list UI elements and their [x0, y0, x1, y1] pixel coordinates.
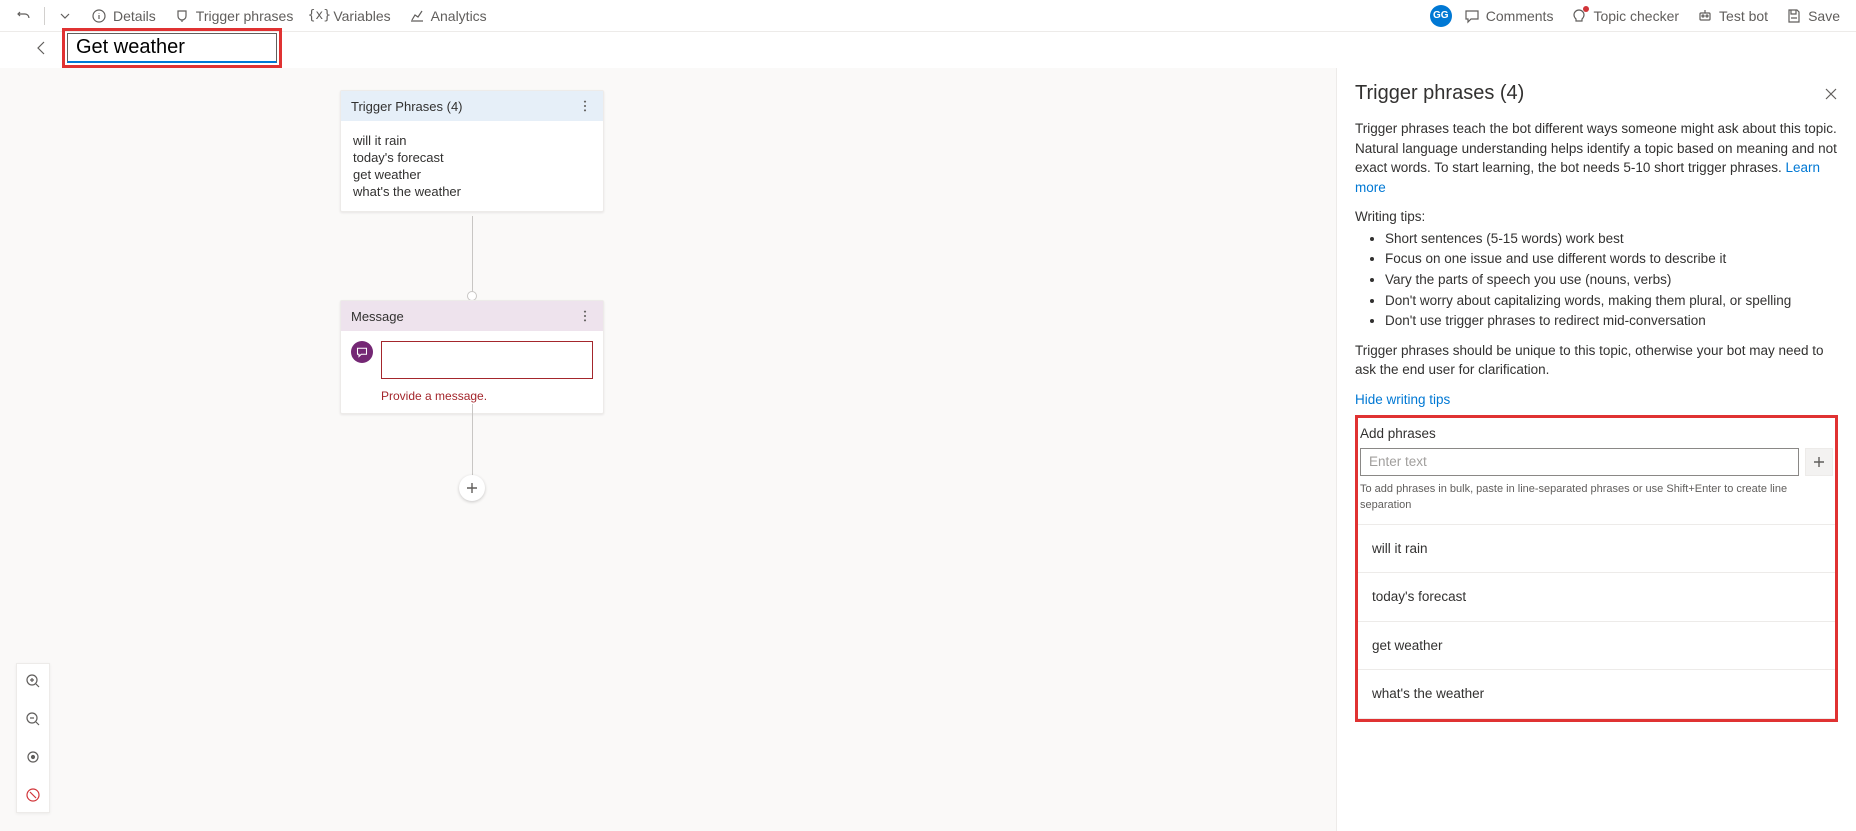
writing-tips-list: Short sentences (5-15 words) work best F…: [1355, 229, 1838, 331]
trigger-phrases-node[interactable]: Trigger Phrases (4) will it rain today's…: [340, 90, 604, 212]
add-phrase-input[interactable]: [1360, 448, 1799, 476]
unique-note: Trigger phrases should be unique to this…: [1355, 341, 1838, 380]
test-bot-button[interactable]: Test bot: [1691, 2, 1774, 30]
hide-tips-link[interactable]: Hide writing tips: [1355, 392, 1450, 407]
writing-tip: Vary the parts of speech you use (nouns,…: [1385, 270, 1838, 290]
comment-icon: [1464, 8, 1480, 24]
trigger-phrases-button[interactable]: Trigger phrases: [168, 2, 300, 30]
canvas[interactable]: Trigger Phrases (4) will it rain today's…: [0, 68, 1336, 831]
variables-button[interactable]: {x} Variables: [305, 2, 396, 30]
panel-title: Trigger phrases (4): [1355, 82, 1524, 105]
bulk-hint: To add phrases in bulk, paste in line-se…: [1358, 482, 1835, 524]
add-phrases-section: Add phrases To add phrases in bulk, past…: [1355, 415, 1838, 722]
save-button[interactable]: Save: [1780, 2, 1846, 30]
node-more-button[interactable]: [577, 307, 593, 325]
trigger-phrase: get weather: [353, 167, 591, 182]
trigger-phrase: today's forecast: [353, 150, 591, 165]
save-label: Save: [1808, 8, 1840, 24]
writing-tip: Focus on one issue and use different wor…: [1385, 249, 1838, 269]
topic-name-input[interactable]: [67, 33, 277, 63]
trigger-phrase: what's the weather: [353, 184, 591, 199]
variables-label: Variables: [333, 8, 390, 24]
back-button[interactable]: [28, 34, 56, 62]
phrase-row[interactable]: what's the weather: [1358, 670, 1835, 719]
phrase-row[interactable]: today's forecast: [1358, 573, 1835, 622]
avatar[interactable]: GG: [1430, 5, 1452, 27]
add-phrase-button[interactable]: [1805, 448, 1833, 476]
message-error: Provide a message.: [381, 389, 603, 413]
add-phrases-label: Add phrases: [1358, 422, 1835, 448]
zoom-controls: [16, 663, 50, 813]
edge: [472, 216, 473, 298]
undo-icon: [16, 8, 32, 24]
comments-label: Comments: [1486, 8, 1554, 24]
writing-tip: Short sentences (5-15 words) work best: [1385, 229, 1838, 249]
panel-intro-text: Trigger phrases teach the bot different …: [1355, 121, 1837, 175]
zoom-in-button[interactable]: [20, 668, 46, 694]
trigger-phrase: will it rain: [353, 133, 591, 148]
main: Trigger Phrases (4) will it rain today's…: [0, 68, 1856, 831]
node-header: Message: [341, 301, 603, 331]
trigger-phrases-panel: Trigger phrases (4) Trigger phrases teac…: [1336, 68, 1856, 831]
chevron-down-icon: [57, 8, 73, 24]
writing-tip: Don't worry about capitalizing words, ma…: [1385, 291, 1838, 311]
comments-button[interactable]: Comments: [1458, 2, 1560, 30]
message-node[interactable]: Message Provide a message.: [340, 300, 604, 414]
fit-to-screen-button[interactable]: [20, 744, 46, 770]
title-row: [0, 32, 1856, 68]
message-input[interactable]: [381, 341, 593, 379]
edge: [472, 404, 473, 486]
undo-button[interactable]: [10, 2, 38, 30]
zoom-out-button[interactable]: [20, 706, 46, 732]
writing-tip: Don't use trigger phrases to redirect mi…: [1385, 311, 1838, 331]
trigger-phrases-label: Trigger phrases: [196, 8, 294, 24]
add-node-button[interactable]: [459, 475, 485, 501]
node-more-button[interactable]: [577, 97, 593, 115]
analytics-icon: [409, 8, 425, 24]
node-body: will it rain today's forecast get weathe…: [341, 121, 603, 211]
analytics-button[interactable]: Analytics: [403, 2, 493, 30]
node-title: Trigger Phrases (4): [351, 99, 463, 114]
node-title: Message: [351, 309, 404, 324]
reset-view-button[interactable]: [20, 782, 46, 808]
message-body: [341, 331, 603, 389]
info-icon: [91, 8, 107, 24]
topic-checker-button[interactable]: Topic checker: [1565, 2, 1685, 30]
writing-tips-title: Writing tips:: [1355, 207, 1838, 227]
variable-icon: {x}: [311, 8, 327, 24]
analytics-label: Analytics: [431, 8, 487, 24]
bot-icon: [1697, 8, 1713, 24]
more-button[interactable]: [51, 2, 79, 30]
phrase-row[interactable]: will it rain: [1358, 525, 1835, 574]
test-bot-label: Test bot: [1719, 8, 1768, 24]
topic-checker-label: Topic checker: [1593, 8, 1679, 24]
node-header: Trigger Phrases (4): [341, 91, 603, 121]
toolbar-divider: [44, 7, 45, 25]
topic-name-highlight: [62, 28, 282, 68]
phrase-list: will it rain today's forecast get weathe…: [1358, 524, 1835, 719]
close-panel-button[interactable]: [1824, 87, 1838, 101]
save-icon: [1786, 8, 1802, 24]
trigger-icon: [174, 8, 190, 24]
panel-intro: Trigger phrases teach the bot different …: [1355, 119, 1838, 197]
phrase-row[interactable]: get weather: [1358, 622, 1835, 671]
bot-avatar-icon: [351, 341, 373, 363]
details-label: Details: [113, 8, 156, 24]
topic-checker-icon: [1571, 8, 1587, 24]
details-button[interactable]: Details: [85, 2, 162, 30]
